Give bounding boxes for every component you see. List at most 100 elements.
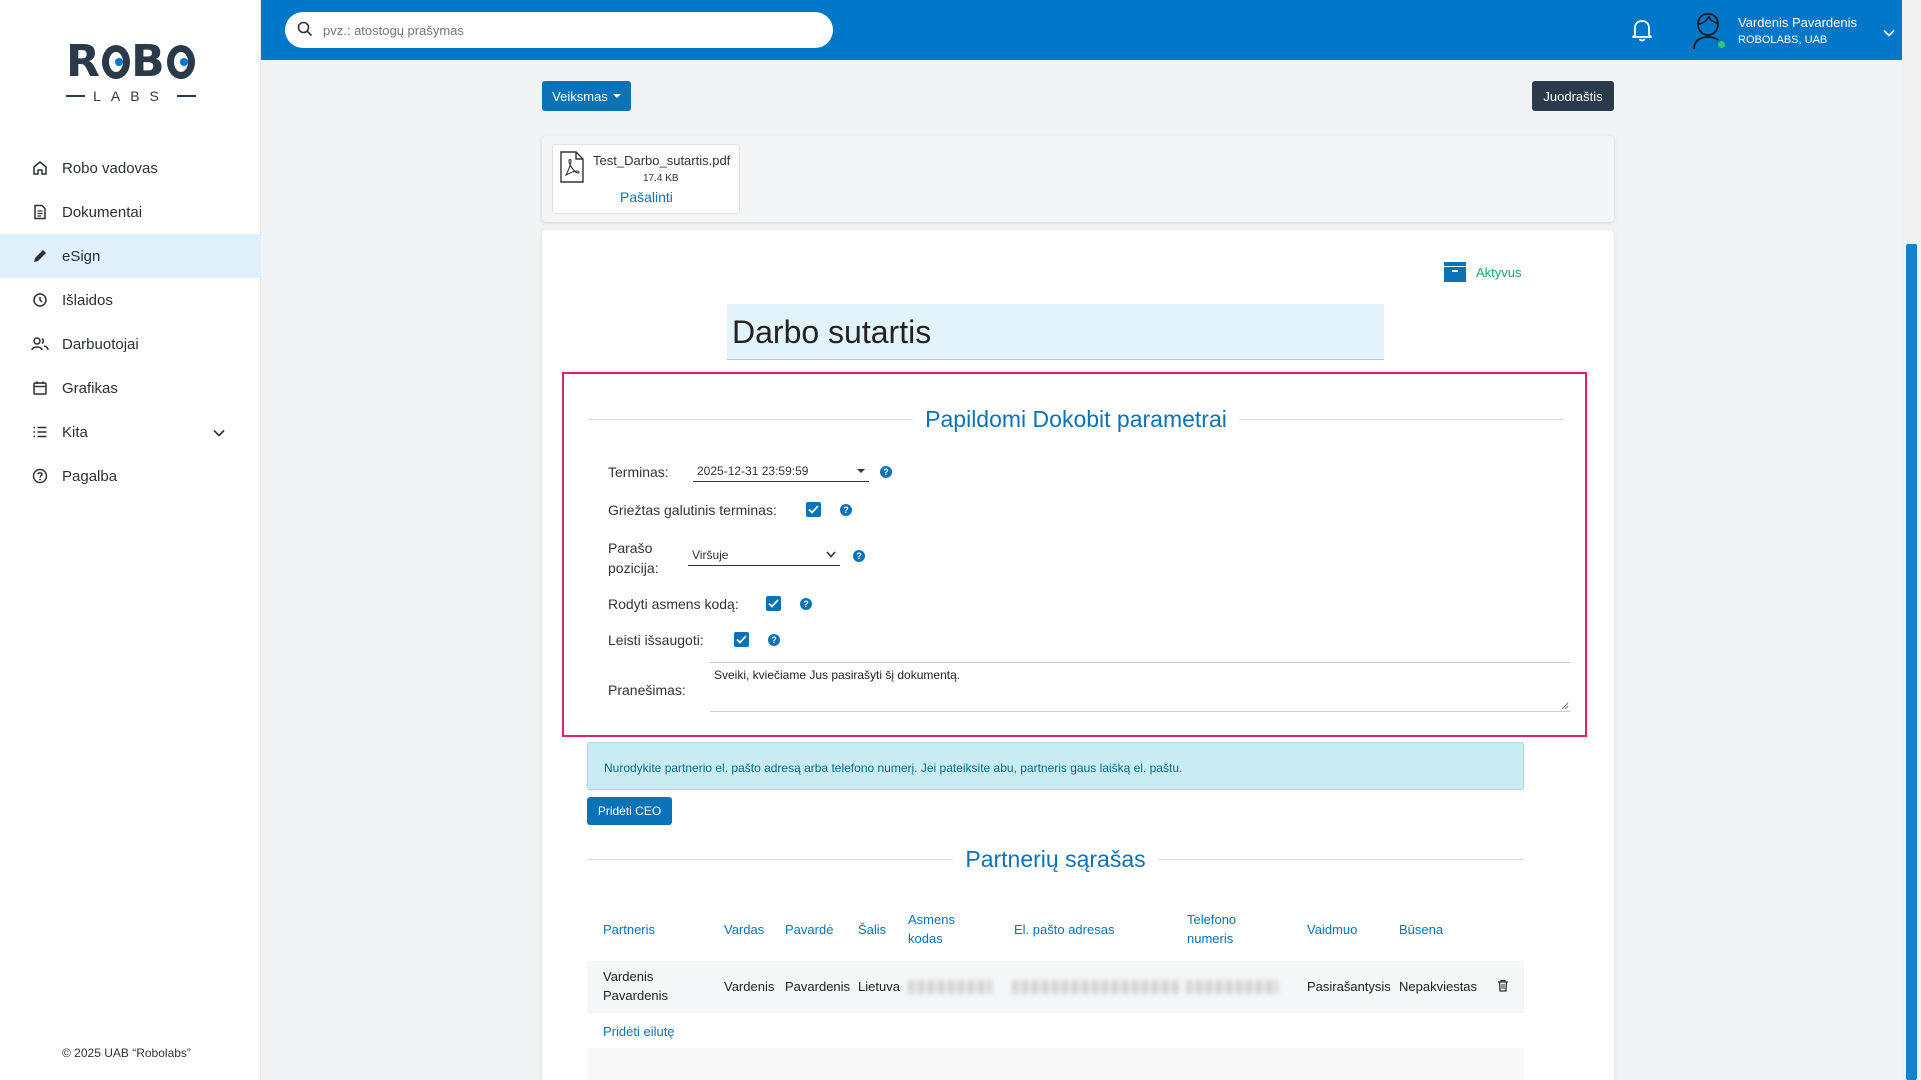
sidebar-item-kita[interactable]: Kita: [0, 410, 261, 454]
document-card: Aktyvus Darbo sutartis Papildomi Dokobit…: [542, 230, 1614, 1080]
column-header-country[interactable]: Šalis: [858, 920, 886, 939]
divider: [588, 419, 914, 420]
column-header-personal-code-line2: kodas: [908, 931, 943, 946]
add-row-link[interactable]: Pridėti eilutę: [603, 1024, 675, 1039]
strict-deadline-checkbox[interactable]: [806, 502, 821, 517]
chevron-down-icon: [826, 551, 836, 558]
dokobit-section-title: Papildomi Dokobit parametrai: [925, 406, 1227, 432]
deadline-row: Terminas:: [608, 464, 669, 480]
avatar: [1688, 10, 1728, 50]
page-scrollbar[interactable]: [1902, 0, 1921, 1080]
sidebar-item-label: Pagalba: [62, 467, 118, 485]
column-header-email[interactable]: El. pašto adresas: [1014, 920, 1114, 939]
logo-subtitle: LABS: [66, 88, 196, 104]
sidebar: RB LABS Robo vadovas Dokumentai eSign Iš…: [0, 0, 261, 1080]
search-box[interactable]: [285, 12, 833, 48]
actions-dropdown-button[interactable]: Veiksmas: [542, 81, 631, 111]
column-header-personal-code[interactable]: Asmens kodas: [908, 910, 955, 948]
archive-icon: [1444, 262, 1466, 282]
pen-icon: [30, 246, 50, 266]
resize-handle-icon[interactable]: [1561, 702, 1569, 710]
user-name: Vardenis Pavardenis: [1738, 14, 1857, 30]
cell-role: Pasirašantysis: [1307, 979, 1391, 994]
sidebar-item-islaidos[interactable]: Išlaidos: [0, 278, 261, 322]
remove-file-link[interactable]: Pašalinti: [620, 189, 673, 205]
sidebar-item-robo-vadovas[interactable]: Robo vadovas: [0, 146, 261, 190]
column-header-partner[interactable]: Partneris: [603, 920, 655, 939]
scrollbar-thumb[interactable]: [1906, 244, 1917, 1080]
actions-label: Veiksmas: [552, 88, 608, 104]
signature-position-label: Parašo pozicija:: [608, 538, 659, 578]
file-card[interactable]: Test_Darbo_sutartis.pdf 17.4 KB Pašalint…: [552, 144, 740, 214]
message-textarea[interactable]: Sveiki, kviečiame Jus pasirašyti šį doku…: [710, 662, 1570, 712]
help-icon[interactable]: ?: [768, 634, 780, 646]
sidebar-item-label: Dokumentai: [62, 203, 143, 221]
cell-partner-line1: Vardenis: [603, 969, 654, 984]
signature-position-value: Viršuje: [692, 547, 729, 562]
sidebar-item-label: Išlaidos: [62, 291, 113, 309]
robolabs-logo[interactable]: RB LABS: [66, 38, 196, 108]
column-header-last-name[interactable]: Pavardė: [785, 920, 833, 939]
column-header-phone-line1: Telefono: [1187, 912, 1237, 927]
status-indicator[interactable]: Aktyvus: [1444, 262, 1522, 282]
help-circle-icon: [30, 466, 50, 486]
help-icon[interactable]: ?: [840, 504, 852, 516]
dokobit-parameters-section: Papildomi Dokobit parametrai Terminas: 2…: [562, 372, 1587, 737]
sidebar-item-esign[interactable]: eSign: [0, 234, 261, 278]
user-menu[interactable]: Vardenis Pavardenis ROBOLABS, UAB: [1688, 10, 1857, 50]
message-value: Sveiki, kviečiame Jus pasirašyti šį doku…: [714, 668, 961, 682]
help-icon[interactable]: ?: [800, 598, 812, 610]
column-header-first-name[interactable]: Vardas: [724, 920, 764, 939]
deadline-value: 2025-12-31 23:59:59: [697, 463, 809, 478]
sidebar-item-grafikas[interactable]: Grafikas: [0, 366, 261, 410]
deadline-picker[interactable]: 2025-12-31 23:59:59: [693, 460, 869, 482]
caret-down-icon: [612, 94, 621, 98]
sidebar-item-darbuotojai[interactable]: Darbuotojai: [0, 322, 261, 366]
sidebar-item-label: Robo vadovas: [62, 159, 158, 177]
sidebar-item-label: Grafikas: [62, 379, 118, 397]
cell-last-name: Pavardenis: [785, 979, 851, 994]
add-ceo-button[interactable]: Pridėti CEO: [587, 797, 672, 825]
calendar-icon: [30, 378, 50, 398]
search-input[interactable]: [323, 22, 803, 38]
help-icon[interactable]: ?: [853, 550, 865, 562]
trash-icon[interactable]: [1497, 979, 1509, 995]
dokobit-section-title-row: Papildomi Dokobit parametrai: [588, 406, 1565, 433]
help-icon[interactable]: ?: [880, 466, 892, 478]
sidebar-item-label: Kita: [62, 423, 88, 441]
list-icon: [30, 422, 50, 442]
show-personal-code-checkbox[interactable]: [766, 596, 781, 611]
column-header-personal-code-line1: Asmens: [908, 912, 955, 927]
column-header-status[interactable]: Būsena: [1399, 920, 1443, 939]
partners-section-title: Partnerių sąrašas: [965, 846, 1146, 872]
allow-save-checkbox[interactable]: [734, 632, 749, 647]
cell-status: Nepakviestas: [1399, 979, 1478, 994]
cell-partner: Vardenis Pavardenis: [603, 967, 668, 1005]
cell-email-redacted: [1012, 980, 1180, 994]
signature-position-label-line1: Parašo: [608, 540, 653, 556]
partners-section-title-row: Partnerių sąrašas: [587, 846, 1524, 873]
sidebar-item-label: Darbuotojai: [62, 335, 139, 353]
document-icon: [30, 202, 50, 222]
user-company: ROBOLABS, UAB: [1738, 33, 1828, 46]
chevron-down-icon[interactable]: [213, 424, 225, 441]
online-status-dot: [1716, 39, 1727, 50]
strict-deadline-label: Griežtas galutinis terminas:: [608, 502, 777, 518]
sidebar-item-pagalba[interactable]: Pagalba: [0, 454, 261, 498]
signature-position-label-line2: pozicija:: [608, 560, 659, 576]
document-title-input[interactable]: Darbo sutartis: [727, 304, 1384, 360]
bell-icon[interactable]: [1631, 18, 1653, 45]
cell-partner-line2: Pavardenis: [603, 988, 669, 1003]
users-icon: [30, 334, 50, 354]
chevron-down-icon[interactable]: [1883, 24, 1895, 40]
deadline-label: Terminas:: [608, 464, 669, 480]
divider: [587, 859, 954, 860]
pdf-file-icon: [559, 151, 585, 186]
logo-wordmark: RB: [66, 38, 196, 86]
draft-label: Juodraštis: [1543, 88, 1603, 104]
column-header-role[interactable]: Vaidmuo: [1307, 920, 1357, 939]
sidebar-item-dokumentai[interactable]: Dokumentai: [0, 190, 261, 234]
column-header-phone[interactable]: Telefono numeris: [1187, 910, 1236, 948]
signature-position-select[interactable]: Viršuje: [688, 544, 840, 566]
draft-button[interactable]: Juodraštis: [1532, 81, 1614, 111]
